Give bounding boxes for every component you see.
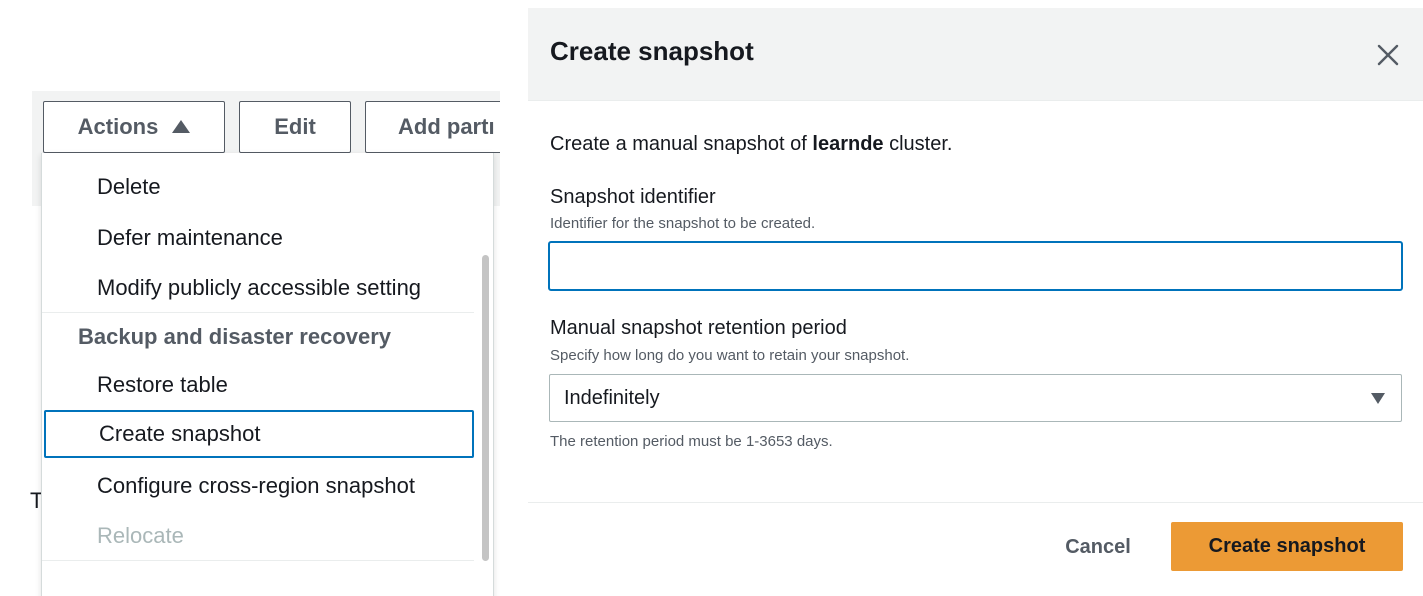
close-icon[interactable]	[1371, 38, 1405, 72]
add-partner-button-label: Add partı	[398, 114, 495, 139]
caret-up-icon	[172, 119, 191, 133]
actions-button[interactable]: Actions	[43, 101, 225, 153]
retention-period-description: Specify how long do you want to retain y…	[550, 347, 910, 364]
modal-intro-text: Create a manual snapshot of learnde clus…	[550, 133, 952, 156]
cancel-button[interactable]: Cancel	[1038, 523, 1158, 571]
retention-period-hint: The retention period must be 1-3653 days…	[550, 433, 833, 450]
menu-item-label: Configure cross-region snapshot	[97, 473, 415, 498]
menu-item-label: Modify publicly accessible setting	[97, 275, 422, 300]
create-snapshot-modal: Create snapshot Create a manual snapshot…	[528, 8, 1423, 596]
snapshot-identifier-description: Identifier for the snapshot to be create…	[550, 215, 816, 232]
close-icon-glyph	[1377, 44, 1399, 66]
menu-item-configure-cross-region-snapshot[interactable]: Configure cross-region snapshot	[42, 462, 474, 510]
intro-prefix: Create a manual snapshot of	[550, 133, 813, 155]
cluster-actions-area: Actions Edit Add partı T Delete Defer ma…	[0, 0, 500, 596]
menu-divider	[42, 560, 474, 561]
add-partner-button[interactable]: Add partı	[365, 101, 500, 153]
edit-button[interactable]: Edit	[239, 101, 351, 153]
menu-item-label: Create snapshot	[99, 421, 261, 446]
caret-down-icon	[1371, 393, 1385, 404]
snapshot-identifier-input[interactable]	[548, 241, 1403, 291]
menu-item-create-snapshot[interactable]: Create snapshot	[44, 410, 474, 458]
retention-selected-value: Indefinitely	[564, 386, 660, 409]
modal-title: Create snapshot	[550, 36, 754, 66]
menu-item-label: Relocate	[97, 523, 184, 548]
retention-period-label: Manual snapshot retention period	[550, 317, 847, 339]
create-snapshot-button[interactable]: Create snapshot	[1171, 522, 1403, 571]
intro-suffix: cluster.	[883, 133, 953, 155]
cluster-name: learnde	[812, 133, 884, 155]
modal-header: Create snapshot	[528, 8, 1423, 101]
menu-group-header: Backup and disaster recovery	[42, 313, 474, 361]
actions-button-label: Actions	[77, 114, 159, 139]
snapshot-identifier-label: Snapshot identifier	[550, 186, 716, 208]
modal-footer-divider	[528, 502, 1423, 503]
menu-item-label: Defer maintenance	[97, 225, 283, 250]
menu-item-defer-maintenance[interactable]: Defer maintenance	[42, 214, 474, 262]
menu-item-delete[interactable]: Delete	[42, 163, 474, 211]
menu-scrollbar[interactable]	[482, 255, 489, 561]
edit-button-label: Edit	[274, 114, 316, 139]
menu-item-label: Delete	[97, 174, 161, 199]
menu-item-modify-public-access[interactable]: Modify publicly accessible setting	[42, 264, 474, 312]
retention-period-select[interactable]: Indefinitely	[549, 374, 1402, 422]
menu-item-label: Restore table	[97, 372, 228, 397]
menu-item-relocate: Relocate	[42, 512, 474, 560]
menu-item-restore-table[interactable]: Restore table	[42, 361, 474, 409]
actions-dropdown-menu: Delete Defer maintenance Modify publicly…	[41, 153, 494, 596]
menu-group-header-label: Backup and disaster recovery	[78, 324, 392, 349]
